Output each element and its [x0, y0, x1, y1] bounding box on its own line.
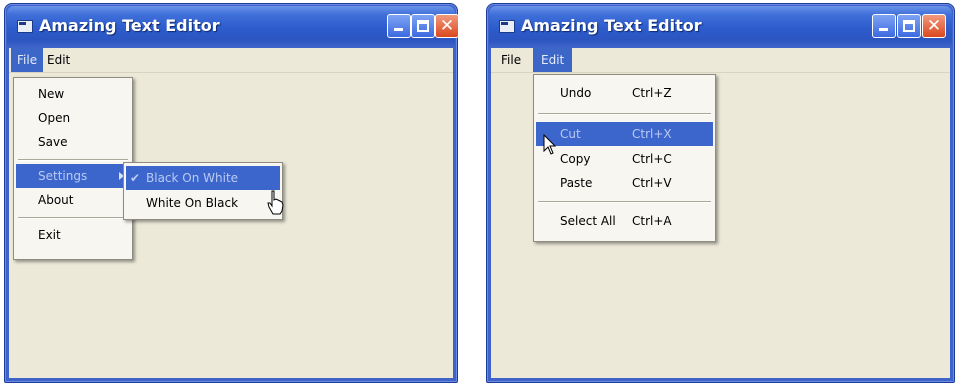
menu-item-shortcut: Ctrl+C	[632, 152, 672, 166]
menu-item-open[interactable]: Open	[16, 106, 130, 130]
menu-edit[interactable]: Edit	[41, 48, 76, 72]
minimize-icon	[879, 28, 888, 31]
menu-item-label: Undo	[560, 86, 592, 100]
menu-item-white-on-black[interactable]: White On Black	[126, 191, 280, 215]
file-menu: New Open Save Settings About Exit	[13, 77, 133, 260]
menu-separator	[538, 113, 711, 115]
close-icon: ✕	[439, 16, 455, 36]
close-button[interactable]: ✕	[922, 14, 946, 38]
menu-item-label: Cut	[560, 127, 581, 141]
menu-item-label: Open	[38, 111, 71, 125]
window-title: Amazing Text Editor	[521, 16, 702, 35]
hand-cursor-icon	[267, 190, 284, 215]
menu-bar: File Edit	[9, 48, 453, 73]
menu-item-label: Paste	[560, 176, 593, 190]
menu-item-select-all[interactable]: Select All Ctrl+A	[536, 209, 713, 233]
editor-window-right: Amazing Text Editor ✕ File Edit Undo Ctr…	[486, 3, 955, 383]
edit-menu: Undo Ctrl+Z Cut Ctrl+X Copy Ctrl+C Paste…	[533, 74, 716, 242]
menu-item-label: Save	[38, 135, 68, 149]
menu-item-new[interactable]: New	[16, 82, 130, 106]
check-icon: ✔	[130, 171, 141, 185]
menu-item-exit[interactable]: Exit	[16, 223, 130, 247]
menu-item-label: Copy	[560, 152, 591, 166]
menu-item-label: Settings	[38, 169, 88, 183]
menu-separator	[538, 201, 711, 203]
menu-item-about[interactable]: About	[16, 188, 130, 212]
editor-text-area[interactable]: File Edit New Open Save Settings About E…	[9, 48, 453, 378]
close-icon: ✕	[926, 16, 942, 36]
maximize-icon	[903, 20, 915, 32]
window-title: Amazing Text Editor	[39, 16, 220, 35]
menu-item-paste[interactable]: Paste Ctrl+V	[536, 171, 713, 195]
menu-edit[interactable]: Edit	[533, 48, 573, 72]
title-bar[interactable]: Amazing Text Editor ✕	[489, 6, 952, 46]
maximize-icon	[417, 20, 429, 32]
editor-text-area[interactable]: File Edit Undo Ctrl+Z Cut Ctrl+X Copy Ct…	[491, 48, 950, 378]
minimize-icon	[394, 28, 403, 31]
menu-item-shortcut: Ctrl+Z	[632, 86, 672, 100]
minimize-button[interactable]	[872, 14, 896, 38]
menu-item-shortcut: Ctrl+V	[632, 176, 672, 190]
menu-separator	[18, 217, 128, 219]
minimize-button[interactable]	[387, 14, 411, 38]
settings-submenu: ✔ Black On White White On Black	[123, 162, 283, 220]
menu-item-undo[interactable]: Undo Ctrl+Z	[536, 81, 713, 105]
menu-item-save[interactable]: Save	[16, 130, 130, 154]
menu-file[interactable]: File	[11, 48, 44, 72]
menu-item-black-on-white[interactable]: ✔ Black On White	[126, 166, 280, 190]
arrow-cursor-icon	[543, 134, 557, 155]
menu-item-label: White On Black	[146, 196, 239, 210]
menu-item-copy[interactable]: Copy Ctrl+C	[536, 147, 713, 171]
menu-item-label: About	[38, 193, 74, 207]
menu-bar: File Edit	[491, 48, 950, 73]
app-icon[interactable]	[17, 20, 33, 33]
menu-item-label: Black On White	[146, 171, 239, 185]
menu-item-shortcut: Ctrl+A	[632, 214, 672, 228]
maximize-button[interactable]	[897, 14, 921, 38]
editor-window-left: Amazing Text Editor ✕ File Edit New Open…	[4, 3, 459, 383]
menu-file[interactable]: File	[495, 48, 527, 72]
menu-item-label: New	[38, 87, 65, 101]
app-icon[interactable]	[499, 20, 515, 33]
maximize-button[interactable]	[411, 14, 435, 38]
close-button[interactable]: ✕	[435, 14, 459, 38]
menu-item-shortcut: Ctrl+X	[632, 127, 672, 141]
menu-item-label: Select All	[560, 214, 616, 228]
menu-separator	[18, 159, 128, 161]
title-bar[interactable]: Amazing Text Editor ✕	[7, 6, 459, 46]
menu-item-cut[interactable]: Cut Ctrl+X	[536, 122, 713, 146]
menu-item-settings[interactable]: Settings	[16, 164, 130, 188]
menu-item-label: Exit	[38, 228, 61, 242]
